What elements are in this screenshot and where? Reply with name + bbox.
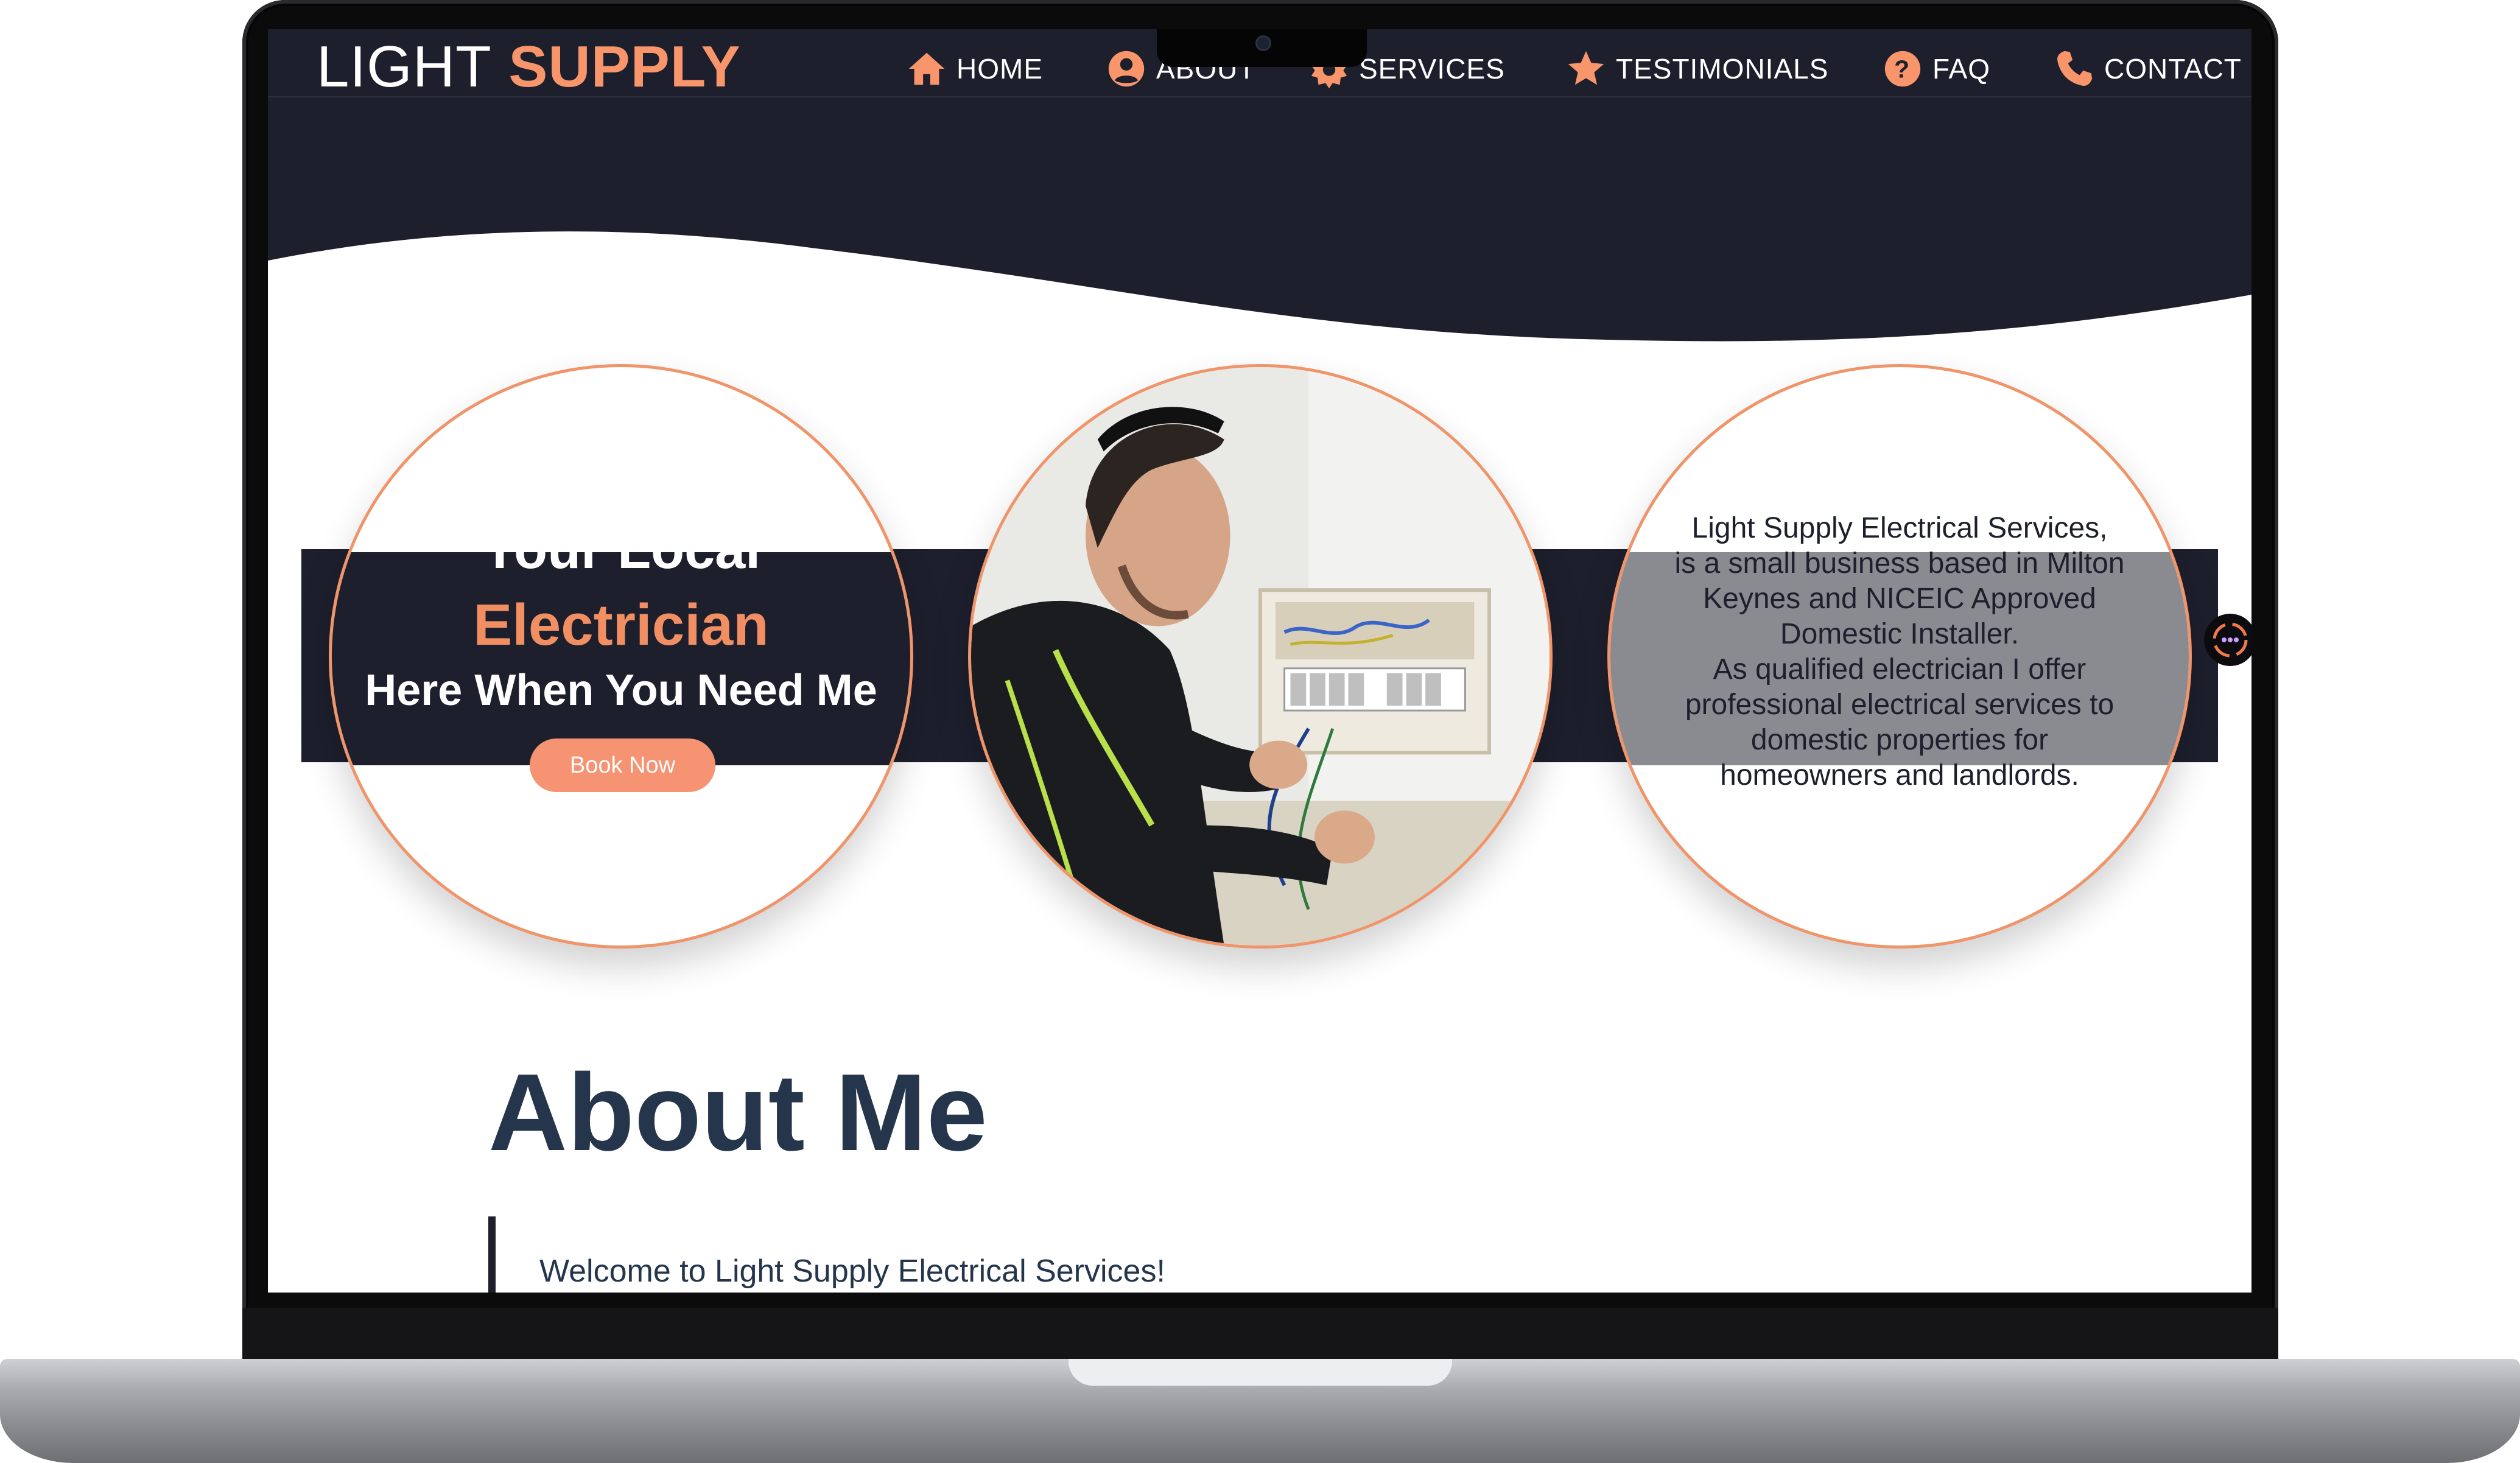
electrician-photo-circle — [968, 364, 1553, 949]
nav-home-label: HOME — [956, 53, 1043, 85]
camera-icon — [1255, 35, 1271, 51]
about-heading: About Me — [488, 1051, 988, 1174]
nav-faq-label: FAQ — [1932, 53, 1991, 85]
bottom-bezel — [242, 1308, 2278, 1363]
intro-line: domestic properties for — [1750, 724, 2049, 756]
nav-services-label: SERVICES — [1359, 53, 1505, 85]
phone-icon — [2057, 51, 2093, 86]
intro-line: Light Supply Electrical Services, — [1691, 512, 2108, 544]
intro-paragraph: Light Supply Electrical Services, is a s… — [1665, 511, 2134, 793]
intro-line: professional electrical services to — [1685, 689, 2115, 721]
intro-line: is a small business based in Milton — [1674, 547, 2125, 580]
hero-line-electrician: Electrician — [473, 592, 769, 658]
hero-line-tagline: Here When You Need Me — [365, 666, 877, 715]
intro-line: Keynes and NICEIC Approved — [1703, 583, 2096, 615]
quote-bar — [488, 1216, 496, 1293]
intro-line: Domestic Installer. — [1780, 618, 2020, 650]
logo-supply-text: SUPPLY — [508, 34, 741, 99]
home-icon — [908, 52, 945, 85]
headline-band — [332, 552, 910, 765]
svg-text:?: ? — [1894, 55, 1911, 83]
nav-testimonials[interactable]: TESTIMONIALS — [1565, 47, 1828, 90]
nav-faq[interactable]: ? FAQ — [1881, 47, 1990, 90]
user-circle-icon — [1108, 51, 1145, 87]
star-icon — [1568, 51, 1604, 85]
intro-line: As qualified electrician I offer — [1713, 653, 2087, 686]
book-now-button[interactable]: Book Now — [530, 739, 715, 792]
intro-circle: Light Supply Electrical Services, is a s… — [1607, 364, 2192, 949]
site-logo[interactable]: LIGHT SUPPLY — [317, 38, 741, 96]
screen: LIGHT SUPPLY HOME ABOUT SERVICES TESTIMO… — [268, 29, 2252, 1293]
nav-testimonials-label: TESTIMONIALS — [1616, 53, 1829, 85]
chat-widget-button[interactable] — [2204, 614, 2252, 666]
camera-notch — [1157, 29, 1367, 67]
laptop-base-notch — [1069, 1359, 1452, 1386]
nav-contact-label: CONTACT — [2104, 53, 2242, 85]
logo-light-text: LIGHT — [317, 34, 492, 99]
welcome-text: Welcome to Light Supply Electrical Servi… — [539, 1254, 1165, 1289]
question-circle-icon: ? — [1884, 51, 1921, 87]
hero-line-your-local: Your Local — [481, 519, 761, 580]
intro-line: homeowners and landlords. — [1720, 759, 2079, 791]
nav-home[interactable]: HOME — [905, 47, 1043, 90]
electrician-photo — [971, 367, 1550, 946]
nav-contact[interactable]: CONTACT — [2053, 47, 2242, 90]
chat-icon — [2213, 622, 2248, 658]
hero-headline-circle: Your Local Electrician Here When You Nee… — [329, 364, 913, 949]
